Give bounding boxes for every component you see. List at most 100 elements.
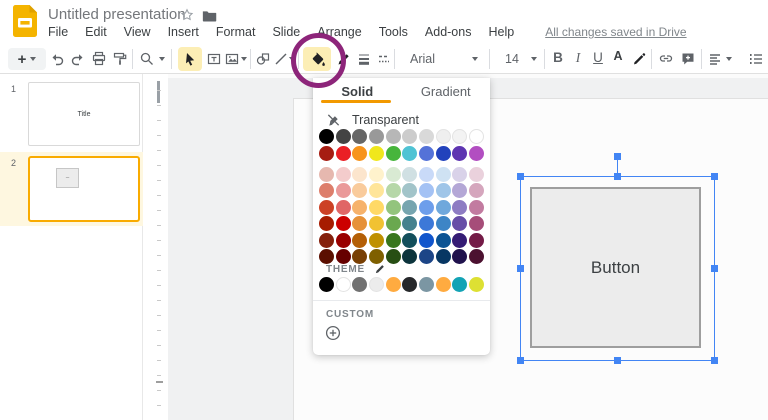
- chevron-down-icon[interactable]: [159, 57, 165, 61]
- redo-button[interactable]: [70, 51, 86, 67]
- paint-format-button[interactable]: [112, 51, 128, 67]
- insert-link-button[interactable]: [658, 51, 674, 67]
- numbered-list-button[interactable]: [748, 51, 764, 67]
- color-swatch[interactable]: [335, 166, 351, 182]
- menu-item-add-ons[interactable]: Add-ons: [425, 25, 472, 39]
- color-swatch[interactable]: [435, 166, 451, 182]
- color-swatch[interactable]: [452, 277, 468, 292]
- insert-image-button[interactable]: [224, 51, 240, 67]
- color-swatch[interactable]: [368, 216, 384, 231]
- color-swatch[interactable]: [385, 166, 401, 182]
- color-swatch[interactable]: [352, 183, 368, 198]
- color-swatch[interactable]: [418, 249, 434, 264]
- color-swatch[interactable]: [435, 249, 451, 264]
- color-swatch[interactable]: [352, 232, 368, 248]
- new-slide-button[interactable]: +: [8, 48, 46, 70]
- color-swatch[interactable]: [319, 145, 334, 161]
- color-swatch[interactable]: [385, 145, 401, 161]
- highlight-color-button[interactable]: [631, 51, 647, 67]
- resize-handle-w[interactable]: [517, 265, 524, 272]
- transparent-option[interactable]: Transparent: [326, 110, 419, 130]
- color-swatch[interactable]: [385, 199, 401, 215]
- zoom-button[interactable]: [139, 51, 155, 67]
- color-swatch[interactable]: [468, 183, 484, 198]
- tab-gradient[interactable]: Gradient: [402, 78, 491, 103]
- color-swatch[interactable]: [319, 232, 334, 248]
- color-swatch[interactable]: [402, 129, 418, 144]
- color-swatch[interactable]: [468, 277, 484, 292]
- chevron-down-icon[interactable]: [289, 57, 295, 61]
- resize-handle-sw[interactable]: [517, 357, 524, 364]
- resize-handle-ne[interactable]: [711, 173, 718, 180]
- color-swatch[interactable]: [468, 166, 484, 182]
- italic-button[interactable]: I: [570, 50, 586, 68]
- color-swatch[interactable]: [368, 183, 384, 198]
- resize-handle-se[interactable]: [711, 357, 718, 364]
- color-swatch[interactable]: [319, 216, 334, 231]
- color-swatch[interactable]: [335, 249, 351, 264]
- menu-item-edit[interactable]: Edit: [85, 25, 107, 39]
- chevron-down-icon[interactable]: [726, 57, 732, 61]
- color-swatch[interactable]: [452, 249, 468, 264]
- color-swatch[interactable]: [452, 145, 468, 161]
- color-swatch[interactable]: [468, 216, 484, 231]
- color-swatch[interactable]: [468, 249, 484, 264]
- color-swatch[interactable]: [435, 129, 451, 144]
- menu-item-file[interactable]: File: [48, 25, 68, 39]
- color-swatch[interactable]: [435, 232, 451, 248]
- color-swatch[interactable]: [435, 183, 451, 198]
- slide-thumbnail-2[interactable]: –: [28, 156, 140, 222]
- color-swatch[interactable]: [335, 232, 351, 248]
- color-swatch[interactable]: [385, 216, 401, 231]
- color-swatch[interactable]: [452, 129, 468, 144]
- color-swatch[interactable]: [435, 199, 451, 215]
- resize-handle-n[interactable]: [614, 173, 621, 180]
- slides-logo-icon[interactable]: [13, 5, 37, 42]
- menu-item-slide[interactable]: Slide: [272, 25, 300, 39]
- color-swatch[interactable]: [385, 277, 401, 292]
- color-swatch[interactable]: [452, 183, 468, 198]
- insert-comment-button[interactable]: [680, 51, 696, 67]
- text-box-button[interactable]: [206, 51, 222, 67]
- border-weight-button[interactable]: [356, 51, 372, 67]
- color-swatch[interactable]: [335, 145, 351, 161]
- document-title[interactable]: Untitled presentation: [48, 6, 186, 23]
- color-swatch[interactable]: [385, 249, 401, 264]
- color-swatch[interactable]: [368, 249, 384, 264]
- color-swatch[interactable]: [319, 199, 334, 215]
- color-swatch[interactable]: [402, 232, 418, 248]
- color-swatch[interactable]: [402, 216, 418, 231]
- color-swatch[interactable]: [352, 216, 368, 231]
- color-swatch[interactable]: [319, 129, 334, 144]
- border-color-button[interactable]: [336, 51, 352, 67]
- resize-handle-e[interactable]: [711, 265, 718, 272]
- color-swatch[interactable]: [335, 129, 351, 144]
- menu-item-tools[interactable]: Tools: [379, 25, 408, 39]
- color-swatch[interactable]: [352, 166, 368, 182]
- color-swatch[interactable]: [402, 277, 418, 292]
- chevron-down-icon[interactable]: [241, 57, 247, 61]
- font-size-select[interactable]: 14: [495, 48, 541, 70]
- tab-solid[interactable]: Solid: [313, 78, 402, 103]
- color-swatch[interactable]: [335, 216, 351, 231]
- color-swatch[interactable]: [468, 129, 484, 144]
- color-swatch[interactable]: [368, 199, 384, 215]
- color-swatch[interactable]: [418, 145, 434, 161]
- color-swatch[interactable]: [418, 183, 434, 198]
- color-swatch[interactable]: [352, 129, 368, 144]
- color-swatch[interactable]: [418, 277, 434, 292]
- color-swatch[interactable]: [352, 145, 368, 161]
- color-swatch[interactable]: [368, 145, 384, 161]
- color-swatch[interactable]: [319, 183, 334, 198]
- color-swatch[interactable]: [418, 232, 434, 248]
- text-color-button[interactable]: A: [610, 50, 626, 68]
- color-swatch[interactable]: [368, 129, 384, 144]
- bold-button[interactable]: B: [550, 50, 566, 68]
- menu-item-arrange[interactable]: Arrange: [317, 25, 361, 39]
- edit-theme-icon[interactable]: [374, 263, 386, 275]
- color-swatch[interactable]: [368, 166, 384, 182]
- color-swatch[interactable]: [468, 199, 484, 215]
- color-swatch[interactable]: [319, 166, 334, 182]
- menu-item-format[interactable]: Format: [216, 25, 256, 39]
- resize-handle-nw[interactable]: [517, 173, 524, 180]
